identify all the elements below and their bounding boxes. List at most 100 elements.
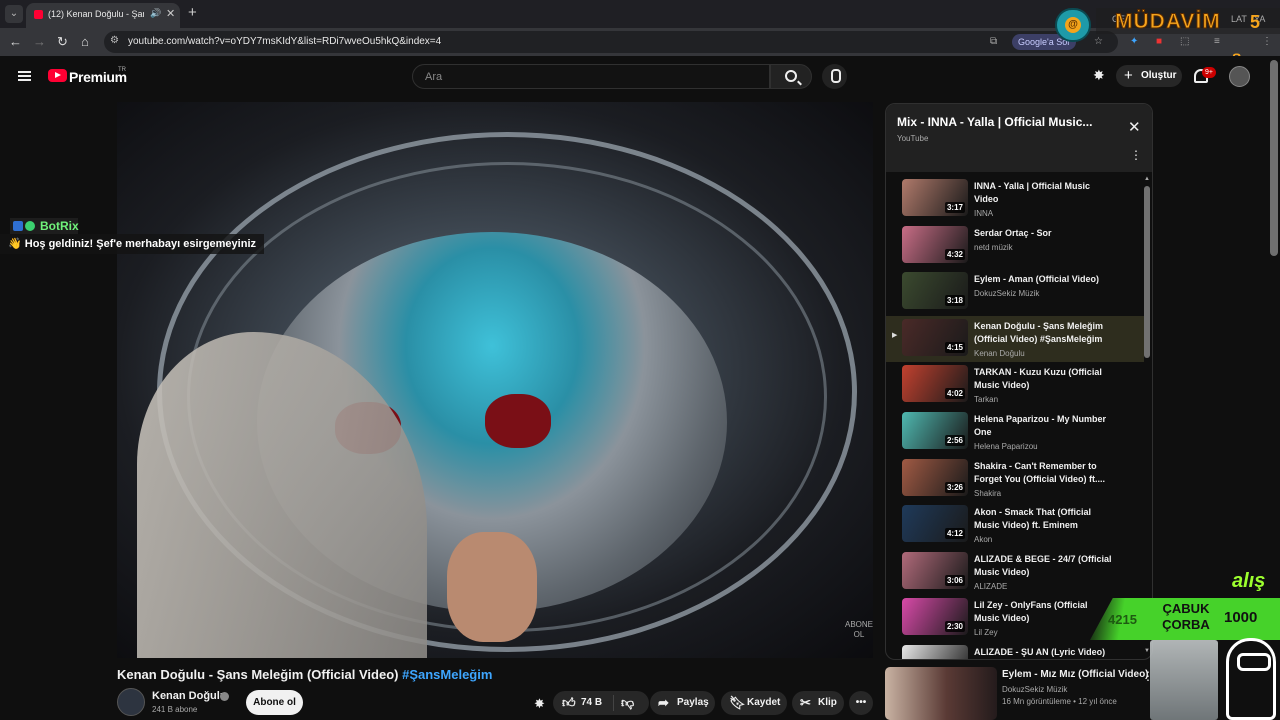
playlist-item-thumbnail[interactable]: 2:30 (902, 598, 968, 636)
browser-tab[interactable]: (12) Kenan Doğulu - Şans M 🔊 ✕ (26, 3, 180, 28)
address-bar[interactable]: ⚙ youtube.com/watch?v=oYDY7msKIdY&list=R… (104, 31, 1118, 53)
overlay-banner-value: 1000 (1224, 609, 1258, 626)
new-tab-icon[interactable]: + (188, 4, 197, 21)
playlist-item-title[interactable]: Helena Paparizou - My Number One (974, 413, 1114, 439)
recommendation-thumbnail[interactable] (885, 667, 997, 720)
premium-spark-icon[interactable]: ✸ (1093, 68, 1108, 83)
playlist-item-channel: netd müzik (974, 242, 1013, 252)
audio-playing-icon[interactable]: 🔊 (150, 8, 161, 19)
playlist-item-title[interactable]: TARKAN - Kuzu Kuzu (Official Music Video… (974, 366, 1114, 392)
playlist-item-title[interactable]: ALIZADE - ŞU AN (Lyric Video) (974, 646, 1114, 659)
tab-search-dropdown[interactable]: ⌄ (5, 5, 23, 23)
extension-icon[interactable]: ■ (1156, 36, 1168, 48)
share-button[interactable]: ➦ Paylaş (650, 691, 715, 715)
playlist-item[interactable]: 4:12 Akon - Smack That (Official Music Vi… (886, 502, 1144, 548)
channel-name[interactable]: Kenan Doğulu (152, 690, 227, 702)
more-actions-icon[interactable]: ••• (849, 691, 873, 715)
playlist-item-title[interactable]: Lil Zey - OnlyFans (Official Music Video… (974, 599, 1114, 625)
save-button[interactable]: 🔖︎ Kaydet (721, 691, 787, 715)
playlist-item-title[interactable]: Akon - Smack That (Official Music Video)… (974, 506, 1114, 532)
bookmark-star-icon[interactable]: ☆ (1094, 36, 1106, 48)
playlist-item-thumbnail[interactable]: 4:15 (902, 318, 968, 356)
playlist-title[interactable]: Mix - INNA - Yalla | Official Music... (897, 115, 1111, 129)
voice-search-icon[interactable] (822, 64, 847, 89)
channel-avatar[interactable] (117, 688, 145, 716)
home-icon[interactable]: ⌂ (81, 34, 89, 49)
playlist-item-thumbnail[interactable]: 3:26 (902, 458, 968, 496)
reload-icon[interactable]: ↻ (57, 34, 68, 50)
playlist-item-thumbnail[interactable]: 3:06 (902, 551, 968, 589)
overlay-alis-text: alış (1232, 570, 1266, 592)
chat-user-badge: BotRix (10, 218, 79, 234)
playlist-item[interactable]: 3:17 INNA - Yalla | Official Music Video I… (886, 176, 1144, 222)
youtube-header: Premium TR Ara (0, 56, 1280, 98)
account-avatar[interactable] (1229, 66, 1250, 87)
playlist-item[interactable]: 3:18 Eylem - Aman (Official Video) DokuzSe… (886, 269, 1144, 315)
like-button[interactable]: 👍︎ 74 B 👎︎ (553, 691, 649, 715)
verified-icon (220, 692, 229, 701)
close-icon[interactable]: ✕ (1128, 118, 1141, 136)
install-app-icon[interactable]: ⧉ (990, 36, 1002, 48)
back-icon[interactable]: ← (9, 34, 22, 49)
video-frame-hand (447, 532, 537, 642)
ticker-item: LAT (1231, 14, 1247, 24)
playlist-menu-icon[interactable]: ⋮ (1130, 148, 1142, 162)
media-control-icon[interactable]: ≡ (1214, 36, 1226, 48)
playlist-item-title[interactable]: ALIZADE & BEGE - 24/7 (Official Music Vi… (974, 553, 1114, 579)
youtube-favicon-icon (34, 10, 43, 19)
playlist-item-title[interactable]: Shakira - Can't Remember to Forget You (… (974, 460, 1114, 486)
playlist-item-thumbnail[interactable]: 4:12 (902, 505, 968, 543)
browser-menu-icon[interactable]: ⋮ (1262, 36, 1274, 48)
playlist-item-title[interactable]: Serdar Ortaç - Sor (974, 227, 1114, 240)
playlist-item-thumbnail[interactable]: 3:17 (902, 179, 968, 216)
recommendation-channel[interactable]: DokuzSekiz Müzik (1002, 685, 1067, 694)
playlist-item-title[interactable]: INNA - Yalla | Official Music Video (974, 180, 1114, 206)
clip-label: Klip (818, 697, 837, 708)
video-hashtag-link[interactable]: #ŞansMeleğim (402, 667, 492, 682)
playlist-item-title[interactable]: Kenan Doğulu - Şans Meleğim (Official Vi… (974, 320, 1114, 346)
playlist-item-title[interactable]: Eylem - Aman (Official Video) (974, 273, 1114, 286)
scrollbar-thumb[interactable] (1144, 186, 1150, 358)
playlist-item-thumbnail[interactable]: 4:02 (902, 365, 968, 403)
duration-badge: 4:15 (944, 341, 965, 353)
extension-icon[interactable]: ✦ (1130, 36, 1142, 48)
playlist-item-channel: Akon (974, 535, 993, 545)
youtube-logo-icon[interactable] (48, 69, 67, 82)
playlist-item-thumbnail[interactable] (902, 645, 968, 659)
playlist-item[interactable]: 2:56 Helena Paparizou - My Number One Hele… (886, 409, 1144, 455)
recommendation-title[interactable]: Eylem - Mız Mız (Official Video) (1002, 669, 1149, 680)
playlist-item[interactable]: 4:32 Serdar Ortaç - Sor netd müzik (886, 223, 1144, 269)
clip-button[interactable]: ✂ Klip (792, 691, 844, 715)
thumbs-down-icon[interactable]: 👎︎ (621, 691, 634, 715)
share-label: Paylaş (677, 697, 709, 708)
playlist-item-thumbnail[interactable]: 3:18 (902, 272, 968, 310)
extensions-puzzle-icon[interactable]: ⬚ (1180, 36, 1192, 48)
create-button[interactable]: + Oluştur (1116, 65, 1182, 87)
playlist-item[interactable]: 3:06 ALIZADE & BEGE - 24/7 (Official Musi… (886, 549, 1144, 595)
playlist-item[interactable]: 4:02 TARKAN - Kuzu Kuzu (Official Music V… (886, 362, 1144, 408)
site-info-icon[interactable]: ⚙ (110, 35, 119, 46)
plus-icon: + (1124, 67, 1133, 84)
playlist-scrollbar[interactable]: ▲ ▼ (1144, 176, 1150, 656)
subscribe-button[interactable]: Abone ol (246, 690, 303, 715)
playlist-item-channel: Lil Zey (974, 628, 998, 638)
like-count: 74 B (581, 697, 603, 708)
close-tab-icon[interactable]: ✕ (166, 7, 175, 20)
video-player[interactable]: ABONE OL (117, 102, 873, 658)
overlay-banner-count: 4215 (1108, 612, 1137, 627)
guide-menu-icon[interactable] (18, 71, 31, 81)
playlist-item[interactable]: 3:26 Shakira - Can't Remember to Forget Y… (886, 456, 1144, 502)
forward-icon[interactable]: → (33, 34, 46, 49)
playlist-item[interactable]: ▶ 4:15 Kenan Doğulu - Şans Meleğim (Offici… (886, 315, 1144, 362)
now-playing-icon: ▶ (892, 331, 898, 339)
scroll-up-icon[interactable]: ▲ (1144, 176, 1150, 182)
page-scrollbar[interactable] (1270, 60, 1278, 256)
ask-ai-icon[interactable]: ✸ (534, 696, 545, 712)
save-label: Kaydet (747, 697, 781, 708)
search-button[interactable] (770, 64, 812, 89)
playlist-item[interactable]: ALIZADE - ŞU AN (Lyric Video)ALIZADE (886, 642, 1144, 659)
playlist-item-thumbnail[interactable]: 4:32 (902, 225, 968, 263)
create-label: Oluştur (1141, 70, 1177, 81)
search-input[interactable]: Ara (412, 64, 770, 89)
playlist-item-thumbnail[interactable]: 2:56 (902, 412, 968, 449)
